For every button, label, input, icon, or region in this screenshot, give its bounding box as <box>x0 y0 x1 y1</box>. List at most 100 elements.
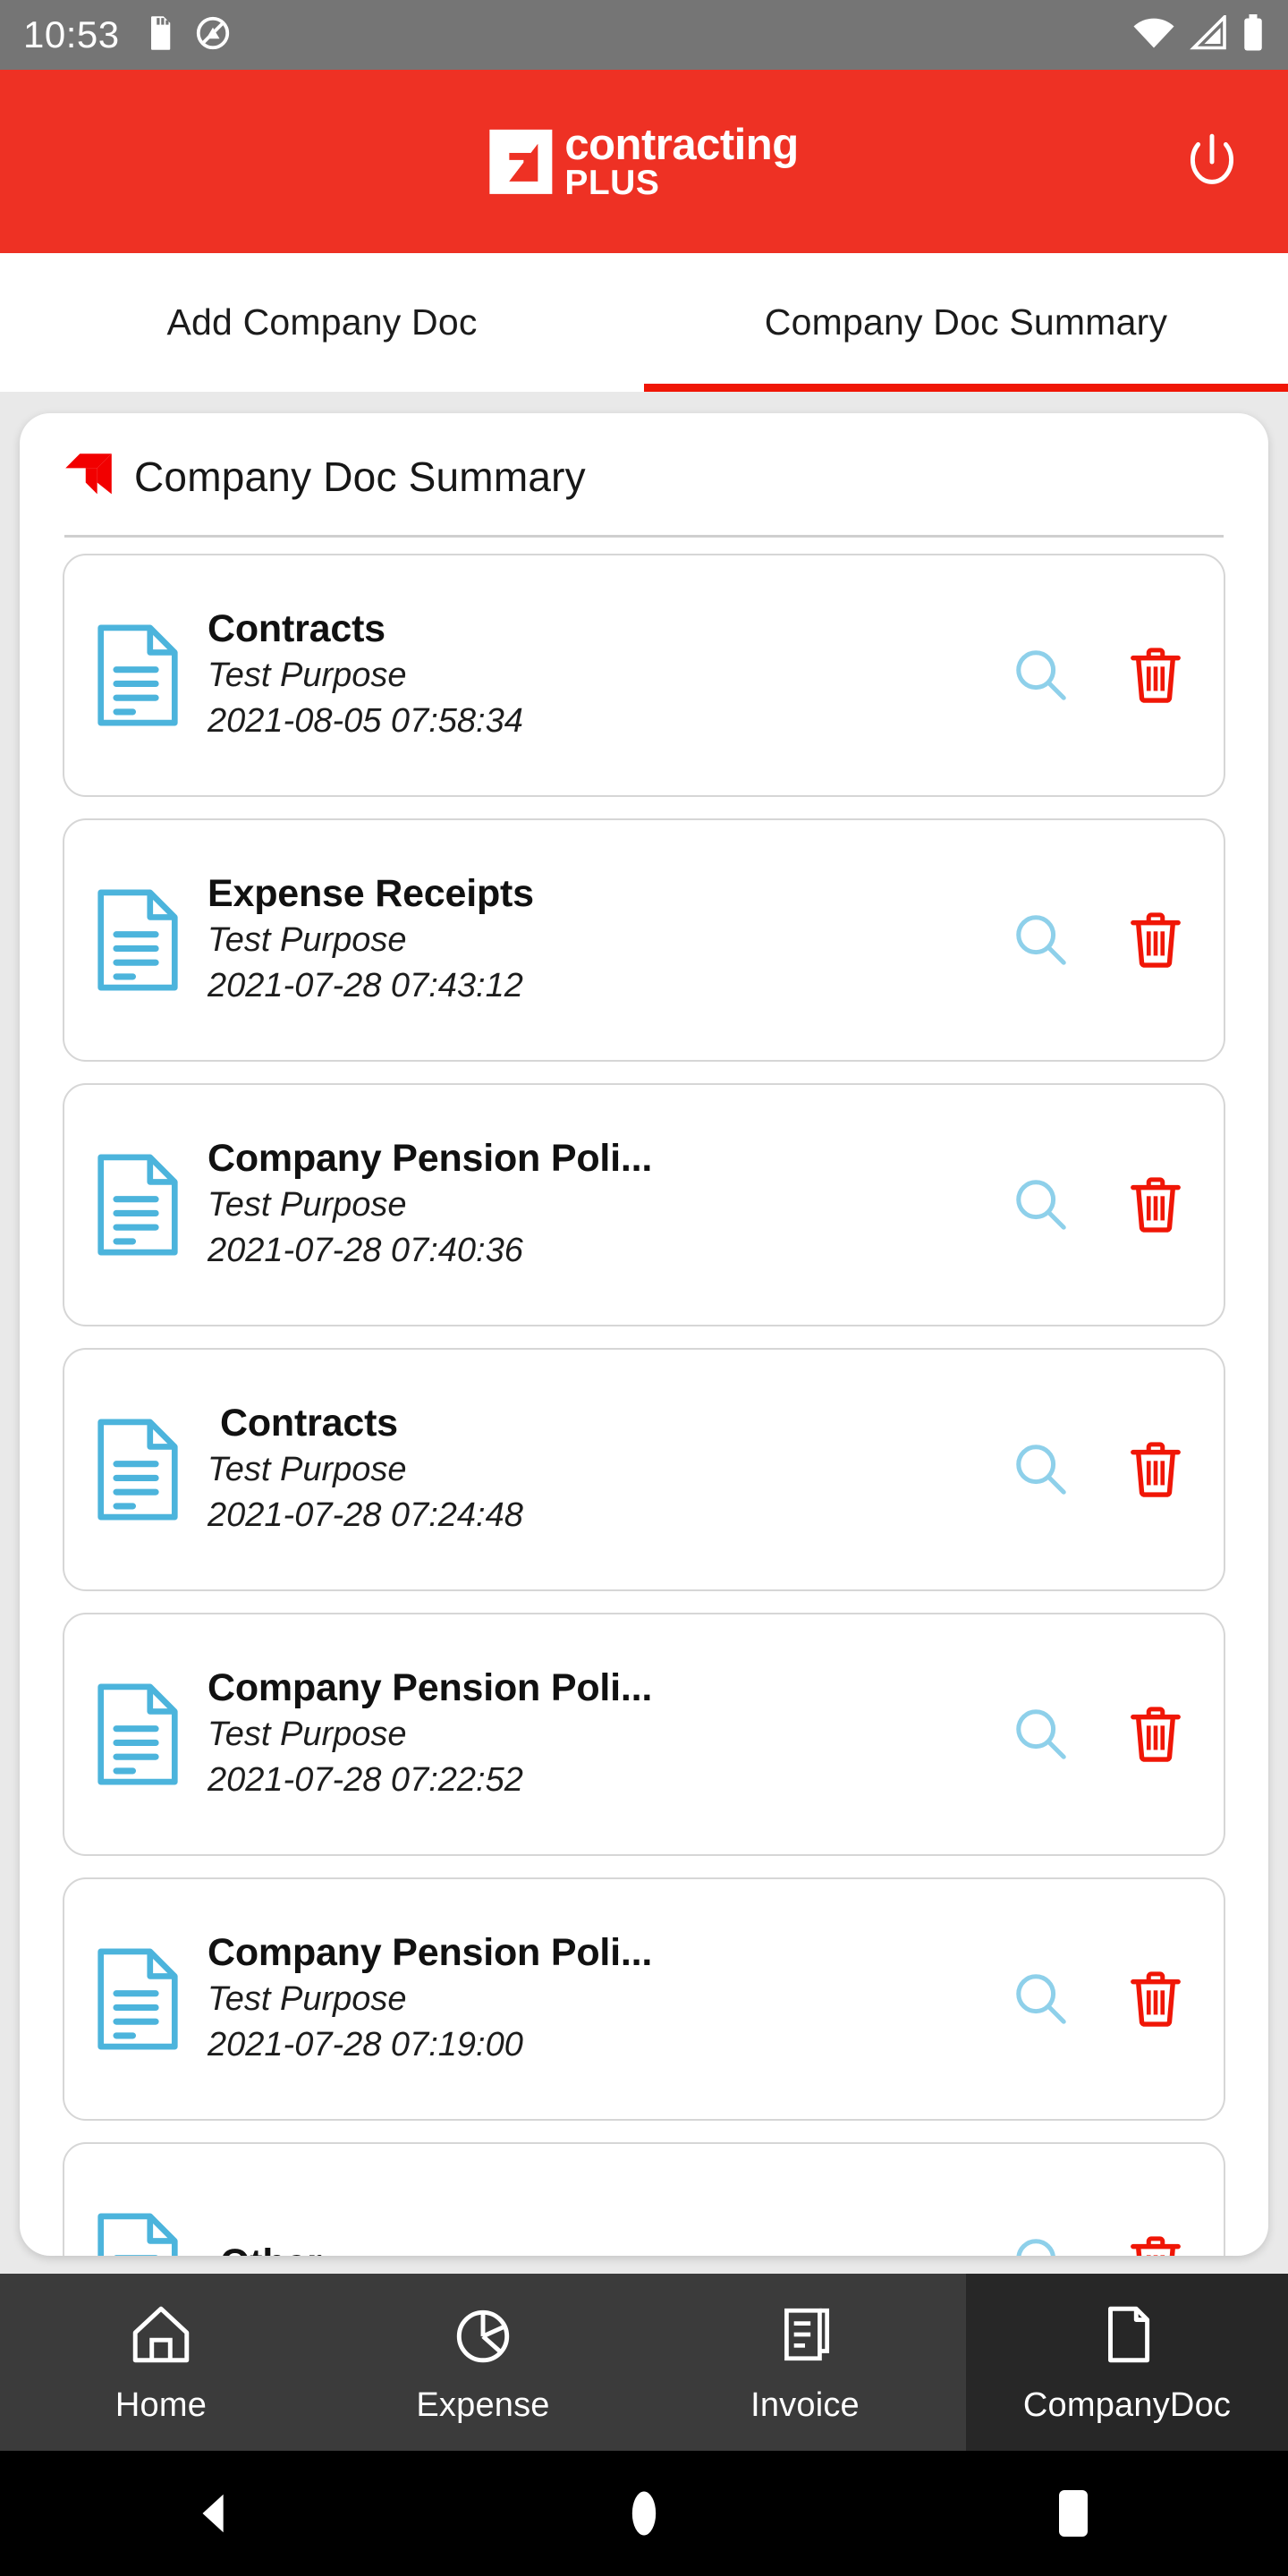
document-title: Company Pension Poli... <box>208 1137 653 1181</box>
power-icon[interactable] <box>1179 129 1245 195</box>
trash-icon[interactable] <box>1123 908 1188 972</box>
list-item[interactable]: Other <box>63 2142 1225 2256</box>
document-icon <box>91 1417 184 1522</box>
recents-icon[interactable] <box>1020 2460 1127 2567</box>
status-right-icons <box>1132 13 1265 56</box>
brand-line-plus: PLUS <box>564 163 660 202</box>
list-item[interactable]: Company Pension Poli... Test Purpose 202… <box>63 1613 1225 1856</box>
document-date: 2021-07-28 07:24:48 <box>208 1496 523 1535</box>
nav-label-companydoc: CompanyDoc <box>1022 2385 1232 2424</box>
search-icon[interactable] <box>1009 2232 1073 2256</box>
battery-icon <box>1241 13 1265 56</box>
document-list: Contracts Test Purpose 2021-08-05 07:58:… <box>52 538 1236 2256</box>
nav-item-companydoc[interactable]: CompanyDoc <box>966 2274 1288 2451</box>
document-info: Other <box>184 2241 1009 2256</box>
document-info: Expense Receipts Test Purpose 2021-07-28… <box>184 871 1009 1009</box>
document-icon <box>91 1152 184 1258</box>
android-navigation-bar <box>0 2451 1288 2576</box>
list-item[interactable]: Contracts Test Purpose 2021-08-05 07:58:… <box>63 554 1225 797</box>
app-header: contracting PLUS <box>0 70 1288 253</box>
wifi-icon <box>1132 15 1175 55</box>
document-purpose: Test Purpose <box>208 1979 407 2018</box>
trash-icon[interactable] <box>1123 1173 1188 1237</box>
search-icon[interactable] <box>1009 1702 1073 1767</box>
nav-label-invoice: Invoice <box>750 2385 860 2424</box>
home-pill-icon[interactable] <box>590 2460 698 2567</box>
document-purpose: Test Purpose <box>208 920 407 959</box>
row-actions <box>1009 1702 1193 1767</box>
receipt-icon <box>772 2301 838 2368</box>
home-icon <box>128 2301 194 2368</box>
page-body: Company Doc Summary Contracts Test Purpo… <box>0 392 1288 2274</box>
search-icon[interactable] <box>1009 643 1073 708</box>
contracting-plus-mark-icon <box>65 453 112 495</box>
document-info: Company Pension Poli... Test Purpose 202… <box>184 1665 1009 1803</box>
row-actions <box>1009 1967 1193 2031</box>
document-icon <box>1094 2301 1160 2368</box>
document-title: Other <box>208 2241 1009 2256</box>
list-item[interactable]: Expense Receipts Test Purpose 2021-07-28… <box>63 818 1225 1062</box>
company-doc-summary-card: Company Doc Summary Contracts Test Purpo… <box>20 413 1268 2256</box>
search-icon[interactable] <box>1009 1437 1073 1502</box>
document-icon <box>91 1946 184 2052</box>
document-info: Company Pension Poli... Test Purpose 202… <box>184 1930 1009 2068</box>
brand-text: contracting PLUS <box>564 120 799 202</box>
back-icon[interactable] <box>161 2460 268 2567</box>
document-date: 2021-07-28 07:19:00 <box>208 2026 523 2064</box>
brand-logo: contracting PLUS <box>489 120 799 202</box>
document-title: Expense Receipts <box>208 872 534 916</box>
nav-item-home[interactable]: Home <box>0 2274 322 2451</box>
search-icon[interactable] <box>1009 908 1073 972</box>
document-title: Company Pension Poli... <box>208 1666 653 1710</box>
document-date: 2021-07-28 07:40:36 <box>208 1232 523 1270</box>
trash-icon[interactable] <box>1123 1437 1188 1502</box>
document-icon <box>91 1682 184 1787</box>
document-icon <box>91 623 184 728</box>
row-actions <box>1009 2232 1193 2256</box>
document-purpose: Test Purpose <box>208 1185 407 1224</box>
tab-bar: Add Company Doc Company Doc Summary <box>0 253 1288 392</box>
status-bar: 10:53 <box>0 0 1288 70</box>
nav-label-expense: Expense <box>416 2385 550 2424</box>
row-actions <box>1009 1173 1193 1237</box>
list-item[interactable]: Company Pension Poli... Test Purpose 202… <box>63 1083 1225 1326</box>
document-purpose: Test Purpose <box>208 1450 407 1488</box>
trash-icon[interactable] <box>1123 643 1188 708</box>
document-title: Contracts <box>220 1402 398 1445</box>
row-actions <box>1009 1437 1193 1502</box>
document-title: Contracts <box>208 607 386 651</box>
tab-company-doc-summary[interactable]: Company Doc Summary <box>644 253 1288 392</box>
trash-icon[interactable] <box>1123 1702 1188 1767</box>
document-purpose: Test Purpose <box>208 656 407 694</box>
trash-icon[interactable] <box>1123 2232 1188 2256</box>
brand-line-contracting: contracting <box>564 120 799 169</box>
document-info: Company Pension Poli... Test Purpose 202… <box>184 1136 1009 1274</box>
nav-item-invoice[interactable]: Invoice <box>644 2274 966 2451</box>
logo-arrow-shape <box>509 143 540 182</box>
tab-active-indicator <box>644 384 1288 392</box>
pie-chart-icon <box>450 2301 516 2368</box>
search-icon[interactable] <box>1009 1173 1073 1237</box>
status-time: 10:53 <box>23 13 120 55</box>
document-info: Contracts Test Purpose 2021-07-28 07:24:… <box>184 1401 1009 1538</box>
trash-icon[interactable] <box>1123 1967 1188 2031</box>
row-actions <box>1009 643 1193 708</box>
nav-item-expense[interactable]: Expense <box>322 2274 644 2451</box>
document-icon <box>91 887 184 993</box>
document-date: 2021-07-28 07:43:12 <box>208 967 523 1005</box>
document-icon <box>91 2211 184 2256</box>
search-icon[interactable] <box>1009 1967 1073 2031</box>
list-item[interactable]: Contracts Test Purpose 2021-07-28 07:24:… <box>63 1348 1225 1591</box>
bottom-navigation: Home Expense Invoice CompanyDoc <box>0 2274 1288 2451</box>
document-date: 2021-08-05 07:58:34 <box>208 702 523 741</box>
document-info: Contracts Test Purpose 2021-08-05 07:58:… <box>184 606 1009 744</box>
card-header: Company Doc Summary <box>52 451 1236 503</box>
row-actions <box>1009 908 1193 972</box>
list-item[interactable]: Company Pension Poli... Test Purpose 202… <box>63 1877 1225 2121</box>
document-date: 2021-07-28 07:22:52 <box>208 1761 523 1800</box>
nav-label-home: Home <box>114 2385 208 2424</box>
contracting-plus-logo-icon <box>489 129 553 194</box>
cellular-signal-icon <box>1190 13 1227 55</box>
page-title: Company Doc Summary <box>134 453 586 500</box>
tab-add-company-doc[interactable]: Add Company Doc <box>0 253 644 392</box>
